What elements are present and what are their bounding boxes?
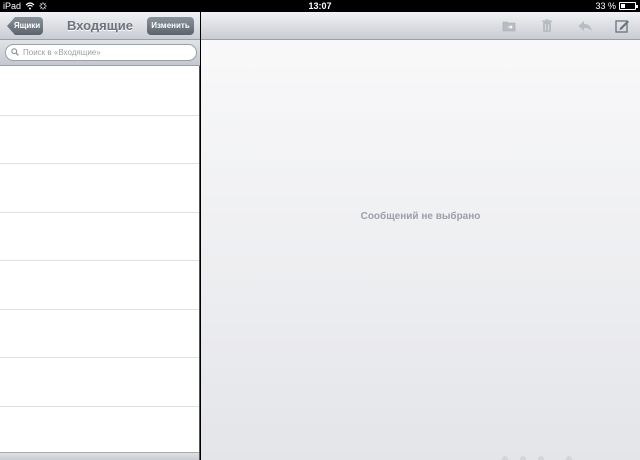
status-right: 33 % — [595, 0, 638, 12]
search-bar: Поиск в «Входящие» — [0, 40, 200, 66]
trash-icon[interactable] — [539, 18, 555, 34]
compose-icon[interactable] — [614, 18, 630, 34]
battery-level — [621, 4, 626, 8]
list-item[interactable] — [0, 358, 199, 407]
message-list-footer — [0, 452, 199, 460]
battery-icon — [619, 2, 638, 10]
list-item[interactable] — [0, 67, 199, 116]
list-item[interactable] — [0, 164, 199, 213]
search-placeholder: Поиск в «Входящие» — [23, 48, 101, 57]
folder-move-icon[interactable] — [501, 18, 517, 34]
edit-button[interactable]: Изменить — [147, 17, 194, 35]
list-item[interactable] — [0, 116, 199, 164]
message-toolbar — [201, 12, 640, 40]
message-list-navbar: Входящие Ящики Изменить — [0, 12, 200, 40]
scroll-fade-decoration — [502, 456, 572, 460]
reply-icon[interactable] — [577, 18, 593, 34]
battery-percent: 33 % — [595, 1, 616, 11]
message-list-pane: Входящие Ящики Изменить Поиск в «Входящи… — [0, 12, 200, 460]
list-item[interactable] — [0, 310, 199, 358]
status-time: 13:07 — [308, 1, 332, 11]
list-item[interactable] — [0, 407, 199, 455]
no-message-selected-label: Сообщений не выбрано — [360, 211, 481, 222]
message-view-pane: Сообщений не выбрано — [201, 12, 640, 460]
message-list — [0, 67, 199, 455]
search-input[interactable]: Поиск в «Входящие» — [5, 44, 197, 61]
search-icon — [11, 48, 19, 56]
list-item[interactable] — [0, 261, 199, 310]
list-item[interactable] — [0, 213, 199, 261]
status-bar: iPad 13:07 33 % — [0, 0, 640, 12]
